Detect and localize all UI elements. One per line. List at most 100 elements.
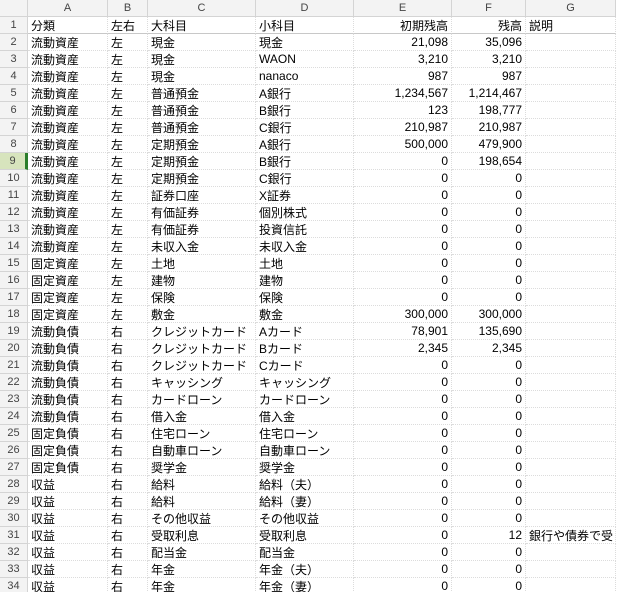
row-header-25[interactable]: 25 [0, 425, 28, 442]
cell-r20-cC[interactable]: クレジットカード [148, 340, 256, 357]
cell-r12-cG[interactable] [526, 204, 616, 221]
cell-r3-cB[interactable]: 左 [108, 51, 148, 68]
cell-r28-cE[interactable]: 0 [354, 476, 452, 493]
cell-r9-cC[interactable]: 定期預金 [148, 153, 256, 170]
cell-r13-cF[interactable]: 0 [452, 221, 526, 238]
cell-r20-cF[interactable]: 2,345 [452, 340, 526, 357]
cell-r23-cE[interactable]: 0 [354, 391, 452, 408]
cell-r7-cA[interactable]: 流動資産 [28, 119, 108, 136]
cell-r12-cC[interactable]: 有価証券 [148, 204, 256, 221]
cell-r4-cC[interactable]: 現金 [148, 68, 256, 85]
cell-r2-cA[interactable]: 流動資産 [28, 34, 108, 51]
row-header-21[interactable]: 21 [0, 357, 28, 374]
row-header-17[interactable]: 17 [0, 289, 28, 306]
cell-r3-cE[interactable]: 3,210 [354, 51, 452, 68]
cell-r6-cE[interactable]: 123 [354, 102, 452, 119]
cell-r20-cG[interactable] [526, 340, 616, 357]
cell-r23-cA[interactable]: 流動負債 [28, 391, 108, 408]
row-header-1[interactable]: 1 [0, 17, 28, 34]
cell-r10-cD[interactable]: C銀行 [256, 170, 354, 187]
row-header-5[interactable]: 5 [0, 85, 28, 102]
cell-r12-cA[interactable]: 流動資産 [28, 204, 108, 221]
cell-r16-cD[interactable]: 建物 [256, 272, 354, 289]
row-header-33[interactable]: 33 [0, 561, 28, 578]
cell-r15-cB[interactable]: 左 [108, 255, 148, 272]
col-header-F[interactable]: F [452, 0, 526, 17]
cell-r8-cF[interactable]: 479,900 [452, 136, 526, 153]
cell-r33-cF[interactable]: 0 [452, 561, 526, 578]
cell-r18-cC[interactable]: 敷金 [148, 306, 256, 323]
cell-r14-cD[interactable]: 未収入金 [256, 238, 354, 255]
cell-r22-cD[interactable]: キャッシング [256, 374, 354, 391]
cell-r7-cG[interactable] [526, 119, 616, 136]
cell-r22-cG[interactable] [526, 374, 616, 391]
cell-r25-cB[interactable]: 右 [108, 425, 148, 442]
cell-r15-cF[interactable]: 0 [452, 255, 526, 272]
cell-r16-cB[interactable]: 左 [108, 272, 148, 289]
col-header-A[interactable]: A [28, 0, 108, 17]
cell-r24-cC[interactable]: 借入金 [148, 408, 256, 425]
cell-r8-cD[interactable]: A銀行 [256, 136, 354, 153]
cell-r19-cF[interactable]: 135,690 [452, 323, 526, 340]
cell-r9-cF[interactable]: 198,654 [452, 153, 526, 170]
cell-r16-cF[interactable]: 0 [452, 272, 526, 289]
cell-r13-cG[interactable] [526, 221, 616, 238]
cell-r34-cG[interactable] [526, 578, 616, 592]
cell-r5-cG[interactable] [526, 85, 616, 102]
cell-r5-cB[interactable]: 左 [108, 85, 148, 102]
cell-r23-cD[interactable]: カードローン [256, 391, 354, 408]
cell-r11-cG[interactable] [526, 187, 616, 204]
row-header-10[interactable]: 10 [0, 170, 28, 187]
cell-r7-cD[interactable]: C銀行 [256, 119, 354, 136]
cell-r19-cA[interactable]: 流動負債 [28, 323, 108, 340]
cell-r5-cE[interactable]: 1,234,567 [354, 85, 452, 102]
cell-r31-cC[interactable]: 受取利息 [148, 527, 256, 544]
row-header-27[interactable]: 27 [0, 459, 28, 476]
cell-r11-cC[interactable]: 証券口座 [148, 187, 256, 204]
cell-r27-cA[interactable]: 固定負債 [28, 459, 108, 476]
cell-r8-cG[interactable] [526, 136, 616, 153]
cell-r31-cE[interactable]: 0 [354, 527, 452, 544]
cell-r14-cE[interactable]: 0 [354, 238, 452, 255]
cell-r10-cG[interactable] [526, 170, 616, 187]
cell-r24-cF[interactable]: 0 [452, 408, 526, 425]
cell-r20-cB[interactable]: 右 [108, 340, 148, 357]
cell-r21-cC[interactable]: クレジットカード [148, 357, 256, 374]
cell-r6-cB[interactable]: 左 [108, 102, 148, 119]
cell-r30-cF[interactable]: 0 [452, 510, 526, 527]
row-header-19[interactable]: 19 [0, 323, 28, 340]
hdr-cell-C[interactable]: 大科目 [148, 17, 256, 34]
cell-r2-cE[interactable]: 21,098 [354, 34, 452, 51]
cell-r11-cD[interactable]: X証券 [256, 187, 354, 204]
cell-r21-cA[interactable]: 流動負債 [28, 357, 108, 374]
cell-r22-cF[interactable]: 0 [452, 374, 526, 391]
hdr-cell-E[interactable]: 初期残高 [354, 17, 452, 34]
cell-r28-cG[interactable] [526, 476, 616, 493]
cell-r34-cE[interactable]: 0 [354, 578, 452, 592]
cell-r10-cA[interactable]: 流動資産 [28, 170, 108, 187]
cell-r26-cE[interactable]: 0 [354, 442, 452, 459]
cell-r21-cE[interactable]: 0 [354, 357, 452, 374]
cell-r2-cF[interactable]: 35,096 [452, 34, 526, 51]
row-header-28[interactable]: 28 [0, 476, 28, 493]
cell-r4-cD[interactable]: nanaco [256, 68, 354, 85]
cell-r4-cB[interactable]: 左 [108, 68, 148, 85]
cell-r14-cC[interactable]: 未収入金 [148, 238, 256, 255]
cell-r27-cD[interactable]: 奨学金 [256, 459, 354, 476]
cell-r5-cF[interactable]: 1,214,467 [452, 85, 526, 102]
cell-r8-cE[interactable]: 500,000 [354, 136, 452, 153]
cell-r21-cG[interactable] [526, 357, 616, 374]
cell-r7-cC[interactable]: 普通預金 [148, 119, 256, 136]
cell-r5-cD[interactable]: A銀行 [256, 85, 354, 102]
cell-r32-cC[interactable]: 配当金 [148, 544, 256, 561]
row-header-12[interactable]: 12 [0, 204, 28, 221]
cell-r31-cF[interactable]: 12 [452, 527, 526, 544]
row-header-20[interactable]: 20 [0, 340, 28, 357]
cell-r3-cC[interactable]: 現金 [148, 51, 256, 68]
row-header-32[interactable]: 32 [0, 544, 28, 561]
cell-r25-cE[interactable]: 0 [354, 425, 452, 442]
cell-r29-cC[interactable]: 給料 [148, 493, 256, 510]
row-header-22[interactable]: 22 [0, 374, 28, 391]
cell-r31-cG[interactable]: 銀行や債券で受 [526, 527, 616, 544]
row-header-34[interactable]: 34 [0, 578, 28, 592]
